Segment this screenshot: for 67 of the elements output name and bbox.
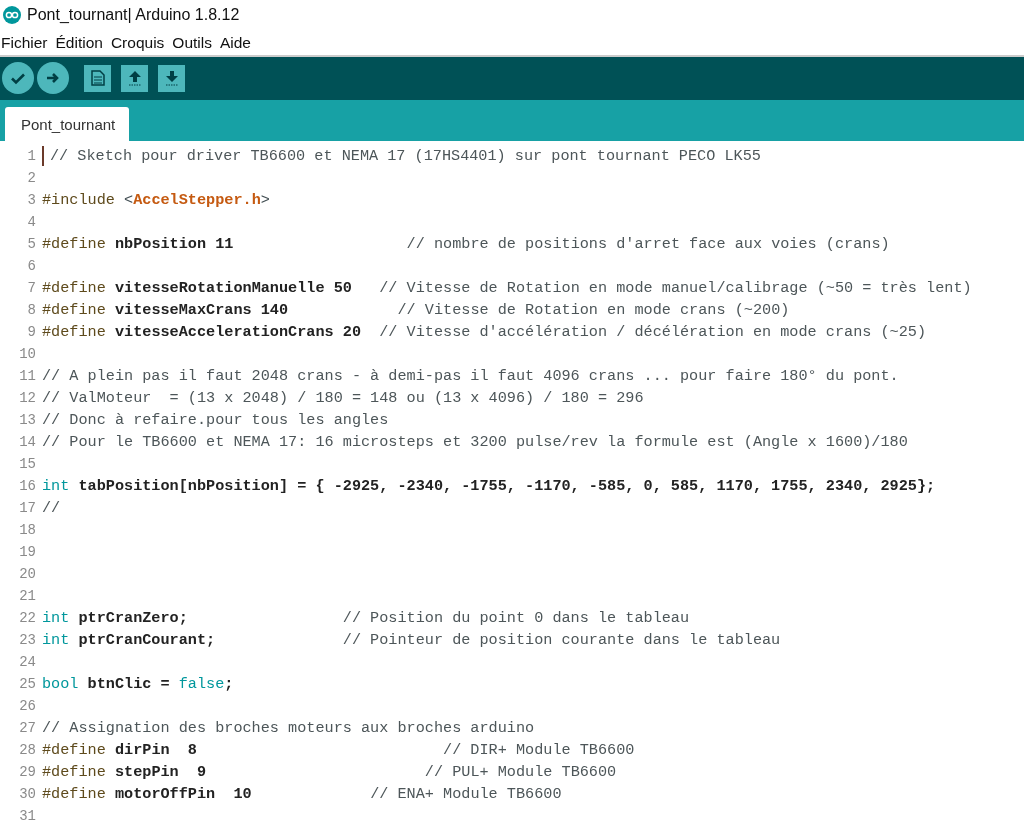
- code-line: #define vitesseMaxCrans 140 // Vitesse de Rotation en mode crans (~200): [42, 301, 790, 319]
- code-line: int ptrCranZero; // Position du point 0 dans le tableau: [42, 609, 690, 627]
- text-cursor: [42, 146, 44, 166]
- line-number: 29: [18, 764, 36, 780]
- code-line: #define dirPin 8 // DIR+ Module TB6600: [42, 741, 635, 759]
- line-number: 15: [18, 456, 36, 472]
- code-comment: // Assignation des broches moteurs aux broches arduino: [42, 719, 535, 737]
- open-button[interactable]: [121, 64, 148, 92]
- line-number: 19: [18, 544, 36, 560]
- line-number: 7: [26, 280, 36, 296]
- code-comment: // Donc à refaire.pour tous les angles: [42, 411, 389, 429]
- line-number: 13: [18, 412, 36, 428]
- verify-button[interactable]: [2, 62, 34, 95]
- line-number: 31: [18, 808, 36, 824]
- menu-item[interactable]: Croquis: [110, 33, 165, 52]
- line-number: 30: [18, 786, 36, 802]
- code-line: #define vitesseAccelerationCrans 20 // Vitesse d'accélération / décélération en mode crans (~25): [42, 323, 927, 341]
- menu-item[interactable]: Édition: [55, 33, 103, 52]
- code-line: #define vitesseRotationManuelle 50 // Vitesse de Rotation en mode manuel/calibrage (~50 = très lent): [42, 279, 972, 297]
- app-logo-icon: [3, 6, 21, 25]
- line-number: 12: [18, 390, 36, 406]
- line-number: 27: [18, 720, 36, 736]
- menu-item[interactable]: Fichier: [1, 33, 48, 52]
- code-comment: // Sketch pour driver TB6600 et NEMA 17 (17HS4401) sur pont tournant PECO LK55: [50, 147, 761, 165]
- line-number: 9: [26, 324, 36, 340]
- arrow-up-icon: [126, 69, 143, 88]
- line-number: 21: [18, 588, 36, 604]
- code-comment: // A plein pas il faut 2048 crans - à demi-pas il faut 4096 crans ... pour faire 180° du pont.: [42, 367, 899, 385]
- line-number: 3: [26, 192, 36, 208]
- line-number: 14: [18, 434, 36, 450]
- line-number: 6: [26, 258, 36, 274]
- line-number: 2: [26, 170, 36, 186]
- line-number: 11: [18, 368, 36, 384]
- new-file-button[interactable]: [84, 64, 111, 92]
- window-title: Pont_tournant| Arduino 1.8.12: [27, 6, 240, 25]
- save-button[interactable]: [158, 64, 185, 92]
- line-number: 10: [18, 346, 36, 362]
- file-tab[interactable]: Pont_tournant: [5, 107, 130, 141]
- code-line: #include <AccelStepper.h>: [42, 191, 270, 209]
- line-number: 8: [26, 302, 36, 318]
- line-number: 24: [18, 654, 36, 670]
- line-number: 5: [26, 236, 36, 252]
- code-line: int ptrCranCourant; // Pointeur de position courante dans le tableau: [42, 631, 781, 649]
- line-number: 28: [18, 742, 36, 758]
- arrow-down-icon: [163, 69, 180, 88]
- code-line: int tabPosition[nbPosition] = { -2925, -2340, -1755, -1170, -585, 0, 585, 1170, 1755, 2340, 2925};: [42, 477, 936, 495]
- line-number: 20: [18, 566, 36, 582]
- upload-button[interactable]: [37, 62, 69, 95]
- line-number: 22: [18, 610, 36, 626]
- line-number: 17: [18, 500, 36, 516]
- menu-item[interactable]: Aide: [219, 33, 251, 52]
- code-line: #define motorOffPin 10 // ENA+ Module TB6600: [42, 785, 562, 803]
- line-number: 16: [18, 478, 36, 494]
- code-line: #define nbPosition 11 // nombre de positions d'arret face aux voies (crans): [42, 235, 890, 253]
- line-number: 23: [18, 632, 36, 648]
- line-number: 25: [18, 676, 36, 692]
- code-comment: // ValMoteur = (13 x 2048) / 180 = 148 ou (13 x 4096) / 180 = 296: [42, 389, 644, 407]
- menu-item[interactable]: Outils: [172, 33, 212, 52]
- code-line: #define stepPin 9 // PUL+ Module TB6600: [42, 763, 617, 781]
- line-number: 1: [26, 148, 36, 164]
- line-number: 4: [26, 214, 36, 230]
- document-icon: [90, 70, 105, 87]
- line-number: 26: [18, 698, 36, 714]
- line-number: 18: [18, 522, 36, 538]
- code-comment: //: [42, 499, 61, 517]
- code-line: bool btnClic = false;: [42, 675, 234, 693]
- code-comment: // Pour le TB6600 et NEMA 17: 16 microsteps et 3200 pulse/rev la formule est (Angle x 1600)/180: [42, 433, 908, 451]
